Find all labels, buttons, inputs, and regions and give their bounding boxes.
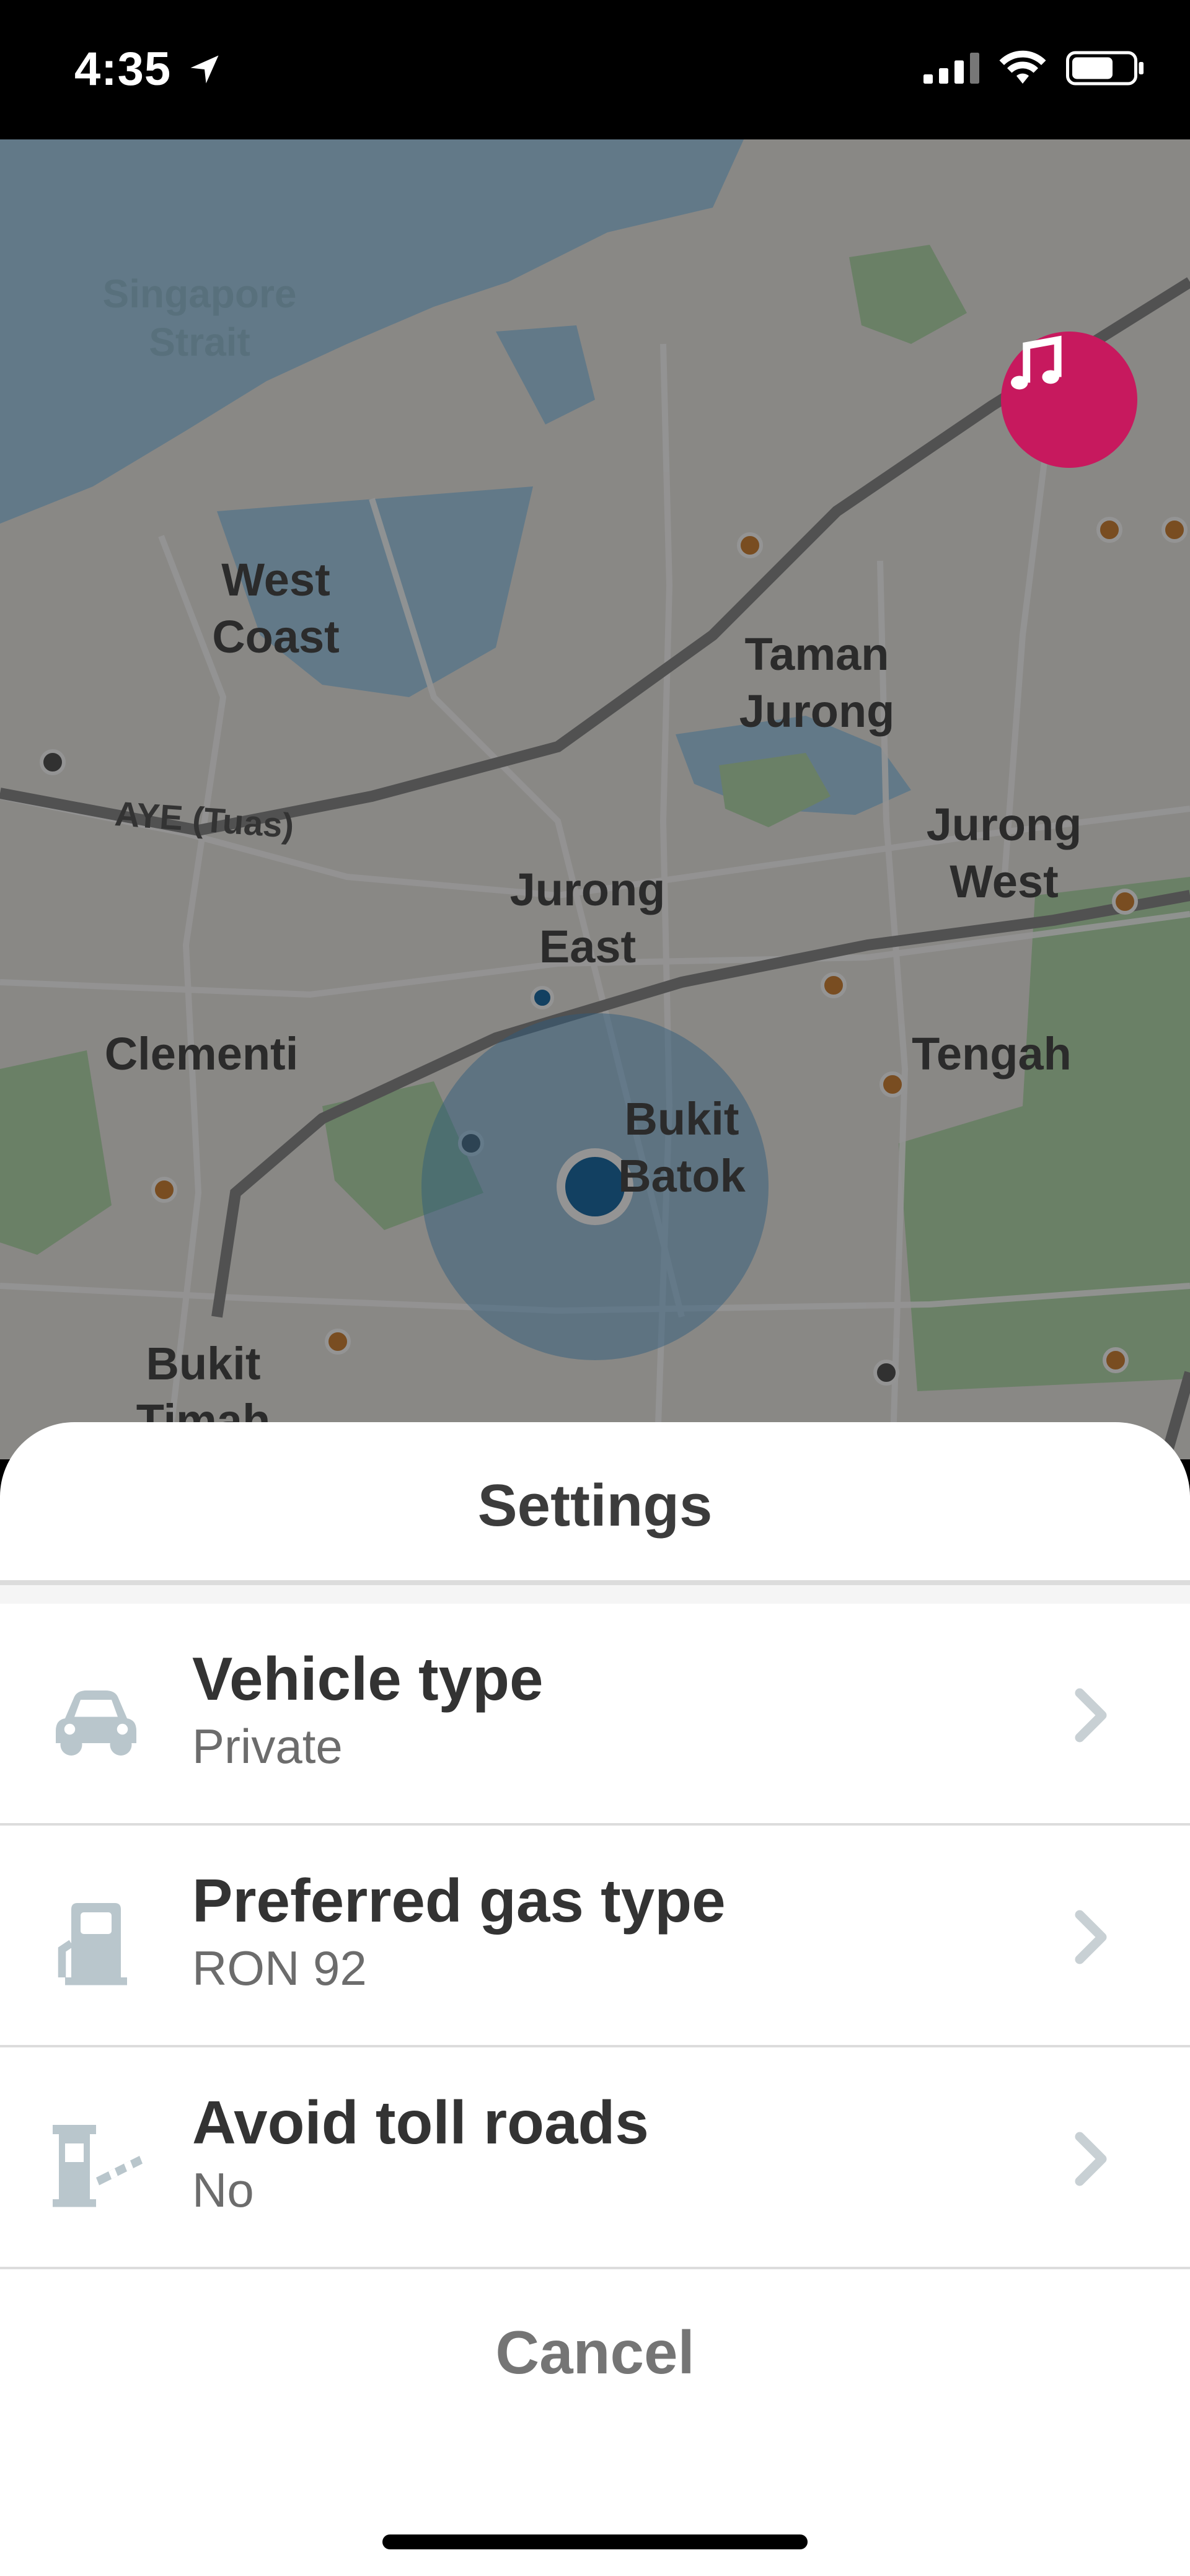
row-title: Vehicle type (192, 1645, 544, 1713)
settings-row-vehicle-type[interactable]: Vehicle type Private (0, 1604, 1190, 1826)
sheet-title: Settings (477, 1472, 713, 1539)
status-time: 4:35 (74, 43, 172, 95)
map-label-taman-jurong: Taman Jurong (739, 628, 895, 737)
cancel-button[interactable]: Cancel (0, 2318, 1190, 2388)
battery-icon (1066, 51, 1144, 86)
home-indicator (382, 2534, 808, 2549)
row-value: RON 92 (192, 1941, 367, 1995)
gas-pump-icon (58, 1903, 127, 1985)
settings-sheet: Settings Vehicle type Private Preferred … (0, 1422, 1190, 2576)
map-label-tengah: Tengah (912, 1028, 1072, 1079)
location-arrow-icon (190, 55, 219, 84)
wifi-icon (999, 50, 1046, 84)
map-label-west-coast: West Coast (212, 554, 340, 662)
map-label-singapore-strait: Singapore Strait (102, 271, 297, 364)
row-title: Avoid toll roads (192, 2088, 649, 2156)
map-label-jurong-east: Jurong East (509, 864, 666, 972)
music-button[interactable] (1001, 332, 1137, 468)
cellular-signal-icon (923, 53, 979, 84)
row-value: Private (192, 1719, 343, 1774)
toll-booth-icon (53, 2125, 143, 2207)
chevron-right-icon (1075, 1688, 1107, 1743)
row-value: No (192, 2163, 254, 2217)
settings-row-avoid-toll[interactable]: Avoid toll roads No (0, 2047, 1190, 2269)
map-label-jurong-west: Jurong West (926, 799, 1082, 907)
map-label-bukit-batok: Bukit Batok (618, 1093, 746, 1202)
sheet-divider-shadow (0, 1585, 1190, 1604)
car-icon (56, 1690, 136, 1756)
status-indicators (923, 50, 1147, 87)
map-view[interactable]: Singapore Strait West Coast Taman Jurong Ju… (0, 139, 1190, 1459)
chevron-right-icon (1075, 2132, 1107, 2186)
map-label-clementi: Clementi (104, 1028, 299, 1079)
music-note-icon (1011, 335, 1062, 390)
status-bar: 4:35 (0, 0, 1190, 139)
sheet-divider (0, 1580, 1190, 1585)
settings-row-gas-type[interactable]: Preferred gas type RON 92 (0, 1826, 1190, 2047)
row-title: Preferred gas type (192, 1866, 726, 1935)
chevron-right-icon (1075, 1910, 1107, 1964)
